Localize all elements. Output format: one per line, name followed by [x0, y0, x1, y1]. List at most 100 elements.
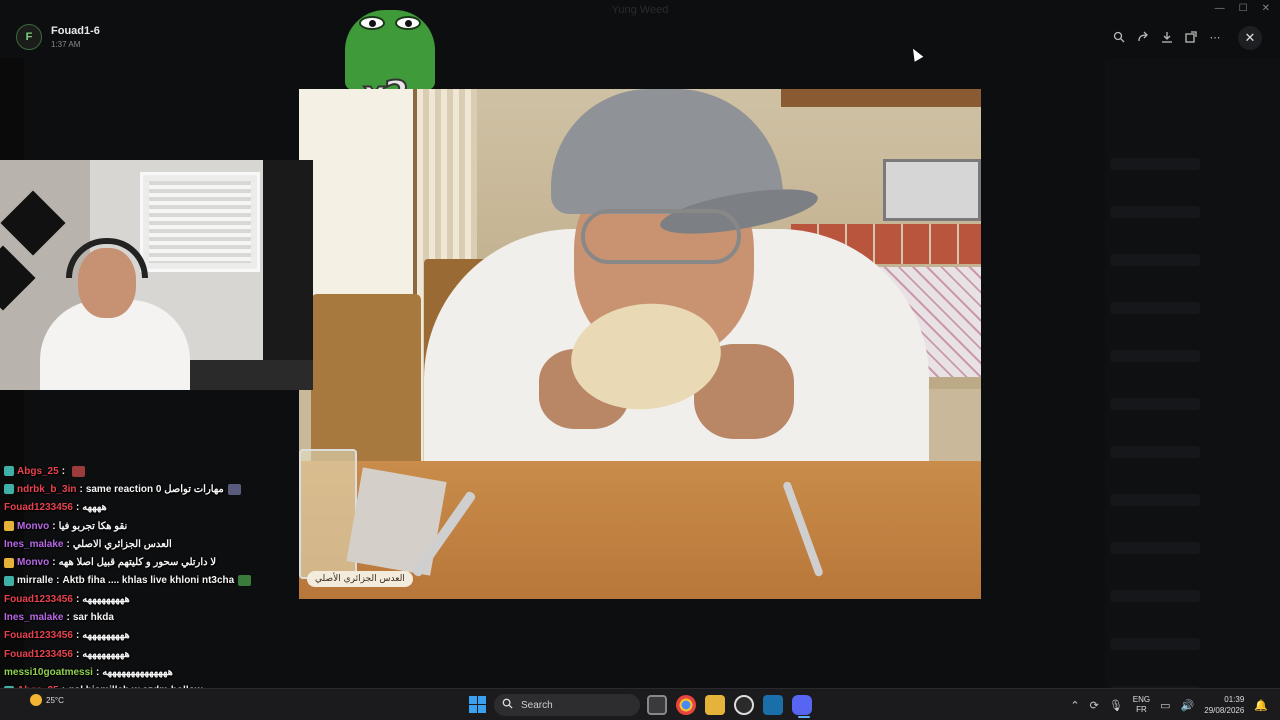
- user-badge-icon: [4, 557, 14, 568]
- chat-message: Abgs_25:: [0, 462, 300, 480]
- video-caption: العدس الجزائري الأصلي: [307, 571, 413, 587]
- pepe-eye-left: [359, 16, 385, 30]
- streamer-webcam: [0, 160, 313, 390]
- pepe-emote-overlay: x2: [345, 10, 437, 116]
- search-placeholder: Search: [521, 699, 553, 711]
- start-icon-tile: [478, 705, 486, 713]
- chat-username[interactable]: Monvo: [17, 521, 49, 532]
- language-indicator[interactable]: ENG FR: [1133, 695, 1150, 715]
- chat-message: Monvo: لا دارتلي سحور و كليتهم قبيل اصلا …: [0, 553, 300, 571]
- language-top: ENG: [1132, 695, 1151, 704]
- start-icon-tile: [469, 705, 477, 713]
- chat-message: Ines_malake: العدس الجزائري الاصلي: [0, 535, 300, 553]
- volume-icon[interactable]: 🔊: [1181, 699, 1195, 712]
- clock-time: 01:39: [1224, 695, 1245, 704]
- chat-message: Fouad1233456: هههههههههه: [0, 590, 300, 608]
- sync-icon[interactable]: ⟳: [1090, 699, 1099, 712]
- uploader-info[interactable]: F Fouad1-6 1:37 AM: [16, 24, 100, 50]
- discord-icon[interactable]: [792, 695, 812, 715]
- chat-message-text: هههههههههه: [82, 630, 130, 642]
- file-explorer-icon[interactable]: [705, 695, 725, 715]
- uploader-name[interactable]: Fouad1-6: [51, 25, 100, 37]
- chat-separator: :: [75, 630, 80, 642]
- open-external-icon[interactable]: [1181, 27, 1201, 47]
- clock[interactable]: 01:39 29/08/2026: [1204, 694, 1244, 716]
- active-app-indicator: [798, 716, 810, 718]
- viewer-toolbar: ⋯: [1109, 27, 1225, 47]
- chat-username[interactable]: messi10goatmessi: [4, 667, 93, 678]
- chat-separator: :: [95, 666, 100, 678]
- chat-message-text: ههههه: [82, 502, 107, 514]
- webcam-window-shutters: [140, 172, 260, 272]
- main-video-frame[interactable]: العدس الجزائري الأصلي: [299, 89, 981, 599]
- more-options-icon[interactable]: ⋯: [1205, 27, 1225, 47]
- chat-username[interactable]: ndrbk_b_3in: [17, 484, 76, 495]
- avatar[interactable]: F: [16, 24, 42, 50]
- chat-username[interactable]: Fouad1233456: [4, 502, 73, 513]
- chat-message-text: نقو هكا تجربو فيا: [58, 520, 128, 532]
- close-viewer-button[interactable]: ✕: [1238, 26, 1262, 50]
- start-button[interactable]: [469, 696, 486, 713]
- chat-username[interactable]: Fouad1233456: [4, 594, 73, 605]
- chat-username[interactable]: Ines_malake: [4, 539, 64, 550]
- user-badge-icon: [4, 521, 14, 532]
- system-tray: ⌃ ⟳ 🎙 ENG FR ▭ 🔊 01:39 29/08/2026 🔔: [1070, 689, 1268, 720]
- chat-username[interactable]: mirralle: [17, 575, 53, 586]
- chat-username[interactable]: Monvo: [17, 557, 49, 568]
- chat-emote-icon: [72, 465, 86, 477]
- show-hidden-icons-icon[interactable]: ⌃: [1070, 699, 1079, 712]
- forward-icon[interactable]: [1133, 27, 1153, 47]
- chat-username[interactable]: Ines_malake: [4, 612, 64, 623]
- taskbar-search[interactable]: Search: [494, 694, 640, 716]
- sun-icon: [30, 694, 42, 706]
- chat-message: ndrbk_b_3in: same reaction 0 مهارات تواصل: [0, 480, 300, 498]
- start-icon-tile: [478, 696, 486, 704]
- chat-message: Fouad1233456: هههههههههه: [0, 645, 300, 663]
- chrome-icon[interactable]: [676, 695, 696, 715]
- app-icon[interactable]: [734, 695, 754, 715]
- task-view-icon[interactable]: [647, 695, 667, 715]
- chat-message-text: sar hkda: [72, 612, 114, 624]
- chat-message-text: هههههههههه: [82, 593, 130, 605]
- chat-emote-icon: [227, 483, 241, 495]
- chat-separator: :: [52, 557, 56, 569]
- close-icon: ✕: [1244, 30, 1256, 45]
- background-member-list: [1105, 58, 1280, 698]
- chat-message: mirralle: Aktb fiha .... khlas live khlon…: [0, 572, 300, 590]
- chat-separator: :: [66, 612, 70, 624]
- windows-taskbar: 25°C Search ⌃ ⟳ 🎙 ENG FR ▭ 🔊 01:39 29/08…: [0, 688, 1280, 720]
- microphone-icon[interactable]: 🎙: [1109, 699, 1123, 712]
- chat-message: Fouad1233456: هههههههههه: [0, 627, 300, 645]
- person-glasses: [581, 209, 741, 264]
- download-icon[interactable]: [1157, 27, 1177, 47]
- chat-separator: :: [79, 483, 83, 495]
- steam-icon[interactable]: [763, 695, 783, 715]
- upload-timestamp: 1:37 AM: [51, 40, 81, 49]
- network-icon[interactable]: ▭: [1160, 699, 1170, 712]
- uploader-meta: Fouad1-6 1:37 AM: [51, 25, 100, 49]
- user-badge-icon: [4, 466, 14, 477]
- chat-username[interactable]: Fouad1233456: [4, 630, 73, 641]
- chat-message-text: العدس الجزائري الاصلي: [72, 538, 172, 550]
- cabinet: [781, 89, 981, 107]
- chat-username[interactable]: Fouad1233456: [4, 649, 73, 660]
- chat-separator: :: [75, 502, 80, 514]
- chat-message: messi10goatmessi: ههههههههههههههه: [0, 663, 300, 681]
- user-badge-icon: [4, 575, 14, 586]
- stream-chat: Abgs_25: ndrbk_b_3in: same reaction 0 مهار…: [0, 462, 300, 718]
- chat-username[interactable]: Abgs_25: [17, 466, 59, 477]
- pepe-eye-right: [395, 16, 421, 30]
- chat-separator: :: [56, 575, 60, 587]
- zoom-icon[interactable]: [1109, 27, 1129, 47]
- chat-message-text: هههههههههه: [82, 648, 130, 660]
- notification-bell-icon[interactable]: 🔔: [1254, 699, 1268, 712]
- weather-widget[interactable]: 25°C: [30, 694, 64, 706]
- chat-message-text: Aktb fiha .... khlas live khloni nt3cha: [62, 575, 235, 587]
- chat-message-text: same reaction 0 مهارات تواصل: [85, 483, 224, 495]
- search-icon: [502, 698, 513, 712]
- chat-separator: :: [52, 520, 56, 532]
- chat-emote-icon: [238, 575, 252, 587]
- streamer-head: [78, 248, 136, 318]
- media-viewer-header: F Fouad1-6 1:37 AM ⋯ ✕: [0, 0, 1280, 75]
- user-badge-icon: [4, 484, 14, 495]
